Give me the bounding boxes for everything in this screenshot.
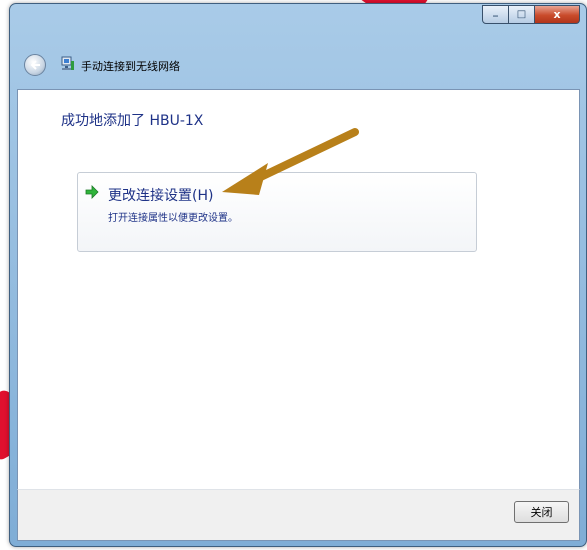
annotation-arrow-icon: [222, 128, 359, 195]
